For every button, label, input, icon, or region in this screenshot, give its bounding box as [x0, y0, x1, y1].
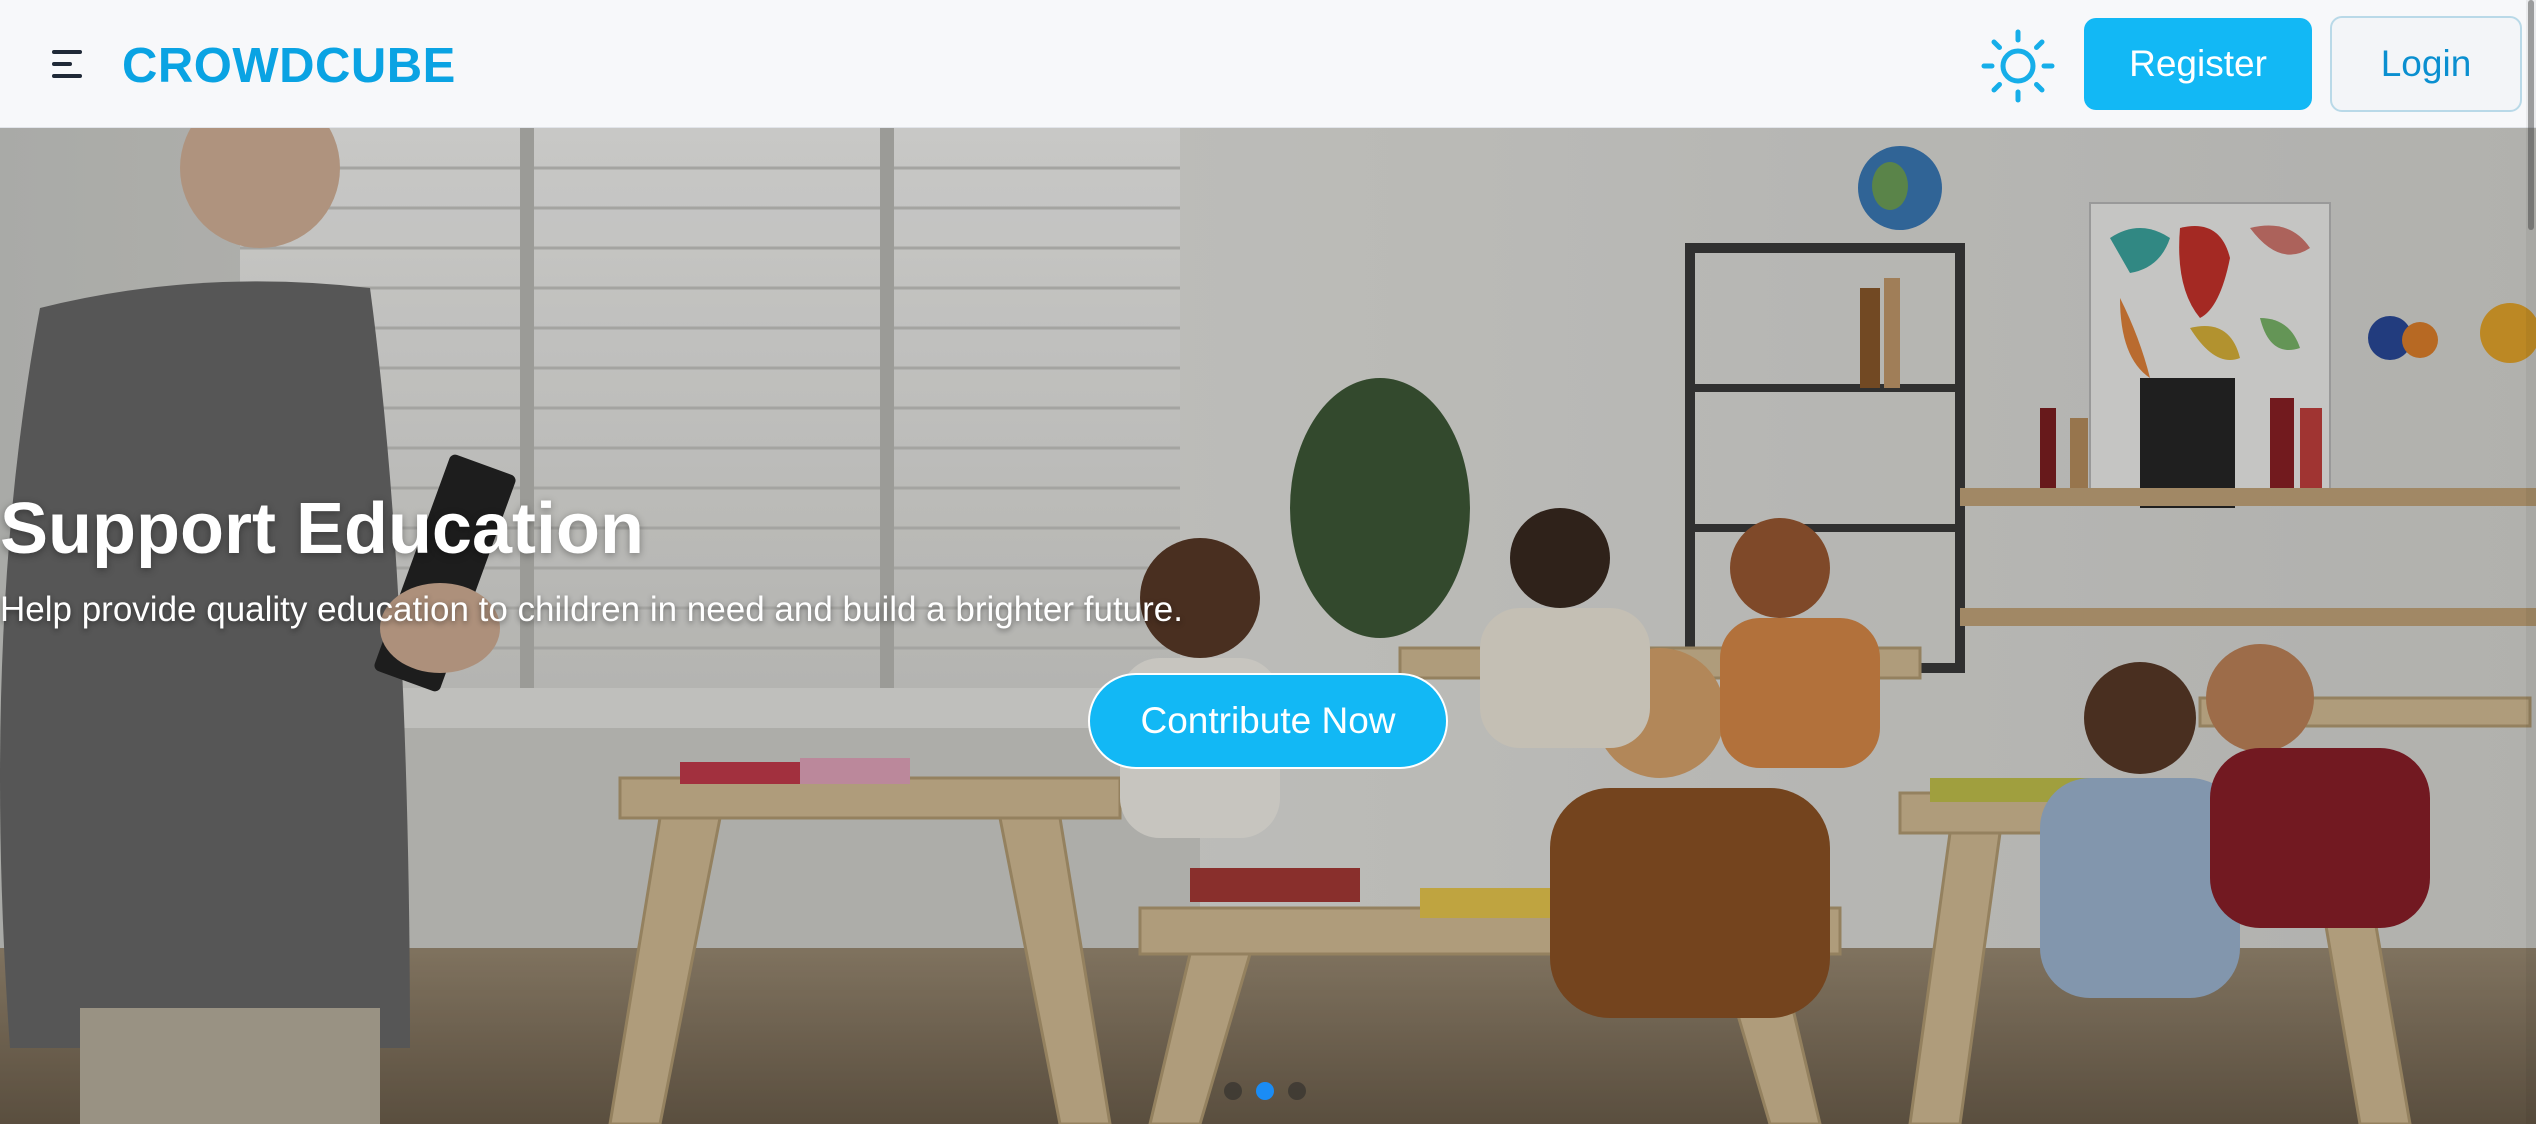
sun-icon[interactable] — [1980, 28, 2056, 104]
carousel-dot-2[interactable] — [1256, 1082, 1274, 1100]
register-button[interactable]: Register — [2084, 18, 2312, 110]
page-scrollbar[interactable] — [2526, 0, 2536, 1124]
top-navbar: CROWDCUBE Register Login — [0, 0, 2536, 128]
hero-title: Support Education — [0, 489, 644, 569]
carousel-indicators — [1224, 1082, 1306, 1100]
contribute-now-button[interactable]: Contribute Now — [1088, 673, 1448, 769]
menu-line — [52, 62, 72, 66]
login-button[interactable]: Login — [2330, 16, 2522, 112]
menu-line — [52, 74, 82, 78]
brand-logo-text[interactable]: CROWDCUBE — [122, 36, 456, 96]
hamburger-menu-icon[interactable] — [52, 50, 86, 78]
carousel-dot-1[interactable] — [1224, 1082, 1242, 1100]
carousel-dot-3[interactable] — [1288, 1082, 1306, 1100]
scrollbar-thumb[interactable] — [2528, 0, 2534, 230]
hero-subtitle: Help provide quality education to childr… — [0, 590, 1183, 629]
hero-carousel: Support Education Help provide quality e… — [0, 128, 2536, 1124]
menu-line — [52, 50, 82, 54]
